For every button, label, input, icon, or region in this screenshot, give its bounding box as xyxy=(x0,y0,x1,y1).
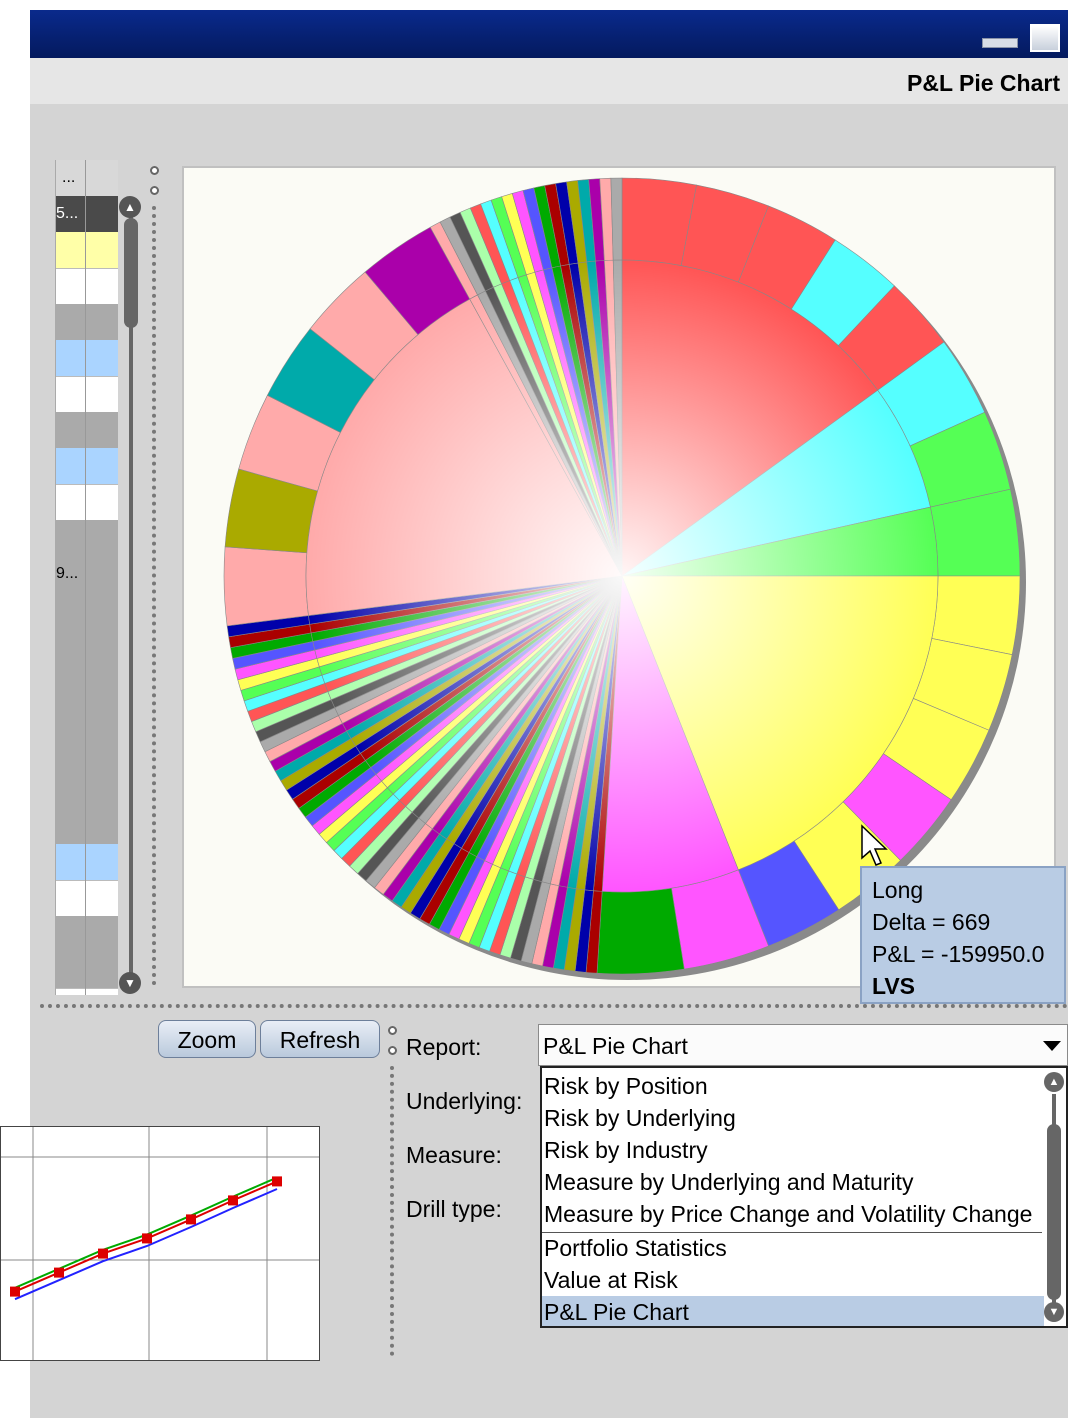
page-title: P&L Pie Chart xyxy=(907,70,1060,96)
series-line xyxy=(14,1188,278,1301)
table-row[interactable] xyxy=(56,700,118,737)
cell-text: 9... xyxy=(56,565,79,582)
dropdown-item[interactable]: Value at Risk xyxy=(542,1264,1044,1296)
chevron-down-icon[interactable] xyxy=(1043,1041,1061,1051)
left-scrollbar[interactable]: ▲ ▼ xyxy=(119,196,143,996)
tooltip-pnl: P&L = -159950.0 xyxy=(872,941,1045,967)
dropdown-item[interactable]: Risk by Industry xyxy=(542,1134,1044,1166)
scroll-down-icon[interactable]: ▼ xyxy=(119,972,141,994)
scroll-thumb[interactable] xyxy=(1047,1124,1061,1300)
dropdown-item[interactable]: Risk by Underlying xyxy=(542,1102,1044,1134)
report-dropdown-list[interactable]: Risk by Position Risk by Underlying Risk… xyxy=(540,1066,1068,1328)
left-table: ... 5... 9... xyxy=(55,160,118,995)
table-row[interactable] xyxy=(56,340,118,377)
pie-slice-outer[interactable] xyxy=(596,887,685,975)
scroll-track xyxy=(129,216,133,976)
maximize-icon[interactable] xyxy=(1030,24,1060,52)
table-cell[interactable]: 5... xyxy=(56,196,118,233)
data-point xyxy=(186,1214,196,1225)
dropdown-item[interactable]: Portfolio Statistics xyxy=(542,1232,1044,1264)
table-row[interactable] xyxy=(56,520,118,557)
table-row[interactable] xyxy=(56,412,118,449)
scroll-down-icon[interactable]: ▼ xyxy=(1044,1302,1064,1322)
app-window: P&L Pie Chart ... 5... 9... ▲ ▼ Long Del… xyxy=(0,0,1068,1418)
table-divider xyxy=(85,160,86,995)
dropdown-item-selected[interactable]: P&L Pie Chart xyxy=(542,1296,1044,1326)
table-row[interactable] xyxy=(56,808,118,845)
data-point xyxy=(142,1233,152,1244)
table-row[interactable] xyxy=(56,844,118,881)
table-row[interactable] xyxy=(56,952,118,989)
splitter-handle-icon[interactable] xyxy=(150,166,159,175)
table-row[interactable] xyxy=(56,772,118,809)
refresh-button[interactable]: Refresh xyxy=(260,1020,380,1058)
table-row[interactable] xyxy=(56,232,118,269)
title-bar xyxy=(30,10,1068,58)
tooltip-symbol: LVS xyxy=(872,973,916,999)
data-point xyxy=(10,1286,20,1297)
data-point xyxy=(228,1195,238,1206)
splitter-handle-icon[interactable] xyxy=(150,186,159,195)
table-row[interactable] xyxy=(56,268,118,305)
table-row[interactable] xyxy=(56,664,118,701)
minimize-icon[interactable] xyxy=(982,38,1018,48)
scroll-thumb[interactable] xyxy=(124,218,138,328)
pie-chart[interactable] xyxy=(184,168,1054,986)
data-point xyxy=(98,1248,108,1259)
table-row[interactable] xyxy=(56,304,118,341)
table-cell[interactable]: 9... xyxy=(56,556,118,593)
tooltip-side: Long xyxy=(872,877,924,903)
scroll-up-icon[interactable]: ▲ xyxy=(119,196,141,218)
pie-slice-outer[interactable] xyxy=(223,546,309,627)
table-row[interactable] xyxy=(56,916,118,953)
report-select[interactable]: P&L Pie Chart xyxy=(538,1024,1068,1066)
slice-tooltip: Long Delta = 669 P&L = -159950.0 LVS xyxy=(860,866,1066,1004)
table-row[interactable] xyxy=(56,880,118,917)
cell-text: ... xyxy=(62,169,76,186)
report-label: Report: xyxy=(406,1034,482,1060)
pie-slice-outer[interactable] xyxy=(610,177,623,261)
tooltip-delta: Delta = 669 xyxy=(872,909,991,935)
table-row[interactable] xyxy=(56,736,118,773)
table-row[interactable] xyxy=(56,628,118,665)
table-row[interactable] xyxy=(56,592,118,629)
dropdown-item[interactable]: Risk by Position xyxy=(542,1070,1044,1102)
splitter-handle-icon[interactable] xyxy=(388,1046,397,1055)
scroll-up-icon[interactable]: ▲ xyxy=(1044,1072,1064,1092)
vertical-splitter[interactable] xyxy=(390,1066,398,1356)
horizontal-splitter[interactable] xyxy=(40,1004,1068,1012)
pie-highlight xyxy=(306,260,938,892)
cell-text: 5... xyxy=(56,205,79,222)
dropdown-item[interactable]: Measure by Underlying and Maturity xyxy=(542,1166,1044,1198)
measure-label: Measure: xyxy=(406,1142,502,1168)
panel-header: P&L Pie Chart xyxy=(30,58,1068,104)
dropdown-scrollbar[interactable]: ▲ ▼ xyxy=(1044,1072,1064,1324)
table-row[interactable] xyxy=(56,448,118,485)
mini-line-chart xyxy=(0,1126,320,1361)
underlying-label: Underlying: xyxy=(406,1088,523,1114)
data-point xyxy=(272,1176,282,1187)
pie-chart-panel xyxy=(182,166,1056,988)
mini-chart-svg xyxy=(1,1127,319,1360)
zoom-button[interactable]: Zoom xyxy=(158,1020,256,1058)
data-point xyxy=(54,1267,64,1278)
vertical-splitter[interactable] xyxy=(152,206,160,986)
splitter-handle-icon[interactable] xyxy=(388,1026,397,1035)
table-row[interactable] xyxy=(56,376,118,413)
report-select-value: P&L Pie Chart xyxy=(543,1033,688,1059)
dropdown-item[interactable]: Measure by Price Change and Volatility C… xyxy=(542,1198,1044,1230)
table-cell[interactable]: ... xyxy=(56,160,118,197)
drill-type-label: Drill type: xyxy=(406,1196,502,1222)
table-row[interactable] xyxy=(56,484,118,521)
